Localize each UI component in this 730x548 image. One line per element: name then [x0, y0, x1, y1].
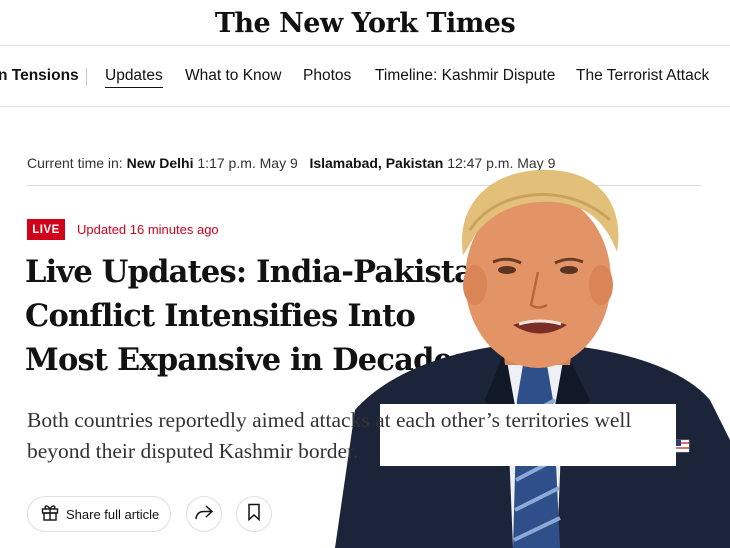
time-value-delhi: 1:17 p.m. May 9 [197, 155, 298, 171]
bookmark-icon [247, 503, 261, 526]
nav-divider [86, 68, 87, 86]
nav-item-photos[interactable]: Photos [303, 67, 351, 85]
gift-icon [40, 502, 60, 527]
masthead: The New York Times [0, 0, 730, 46]
nav-item-tensions[interactable]: n Tensions [0, 67, 79, 85]
portrait-image [335, 169, 730, 548]
article-summary: Both countries reportedly aimed attacks … [27, 408, 632, 463]
forward-arrow-icon [194, 503, 214, 526]
nav-item-timeline[interactable]: Timeline: Kashmir Dispute [375, 67, 555, 85]
updated-timestamp: Updated 16 minutes ago [77, 222, 219, 237]
time-city-delhi: New Delhi [126, 155, 194, 171]
share-article-label: Share full article [66, 506, 160, 522]
forward-button[interactable] [186, 496, 222, 532]
portrait-photo [335, 160, 730, 548]
time-prefix: Current time in: [27, 155, 123, 171]
nyt-logo[interactable]: The New York Times [215, 8, 516, 39]
share-article-button[interactable]: Share full article [27, 496, 171, 532]
nav-item-updates[interactable]: Updates [105, 67, 163, 88]
save-button[interactable] [236, 496, 272, 532]
live-badge: LIVE [27, 219, 65, 240]
topic-nav: n Tensions Updates What to Know Photos T… [0, 46, 730, 107]
nav-item-what-to-know[interactable]: What to Know [185, 67, 282, 85]
nav-item-terrorist-attack[interactable]: The Terrorist Attack [576, 67, 709, 85]
